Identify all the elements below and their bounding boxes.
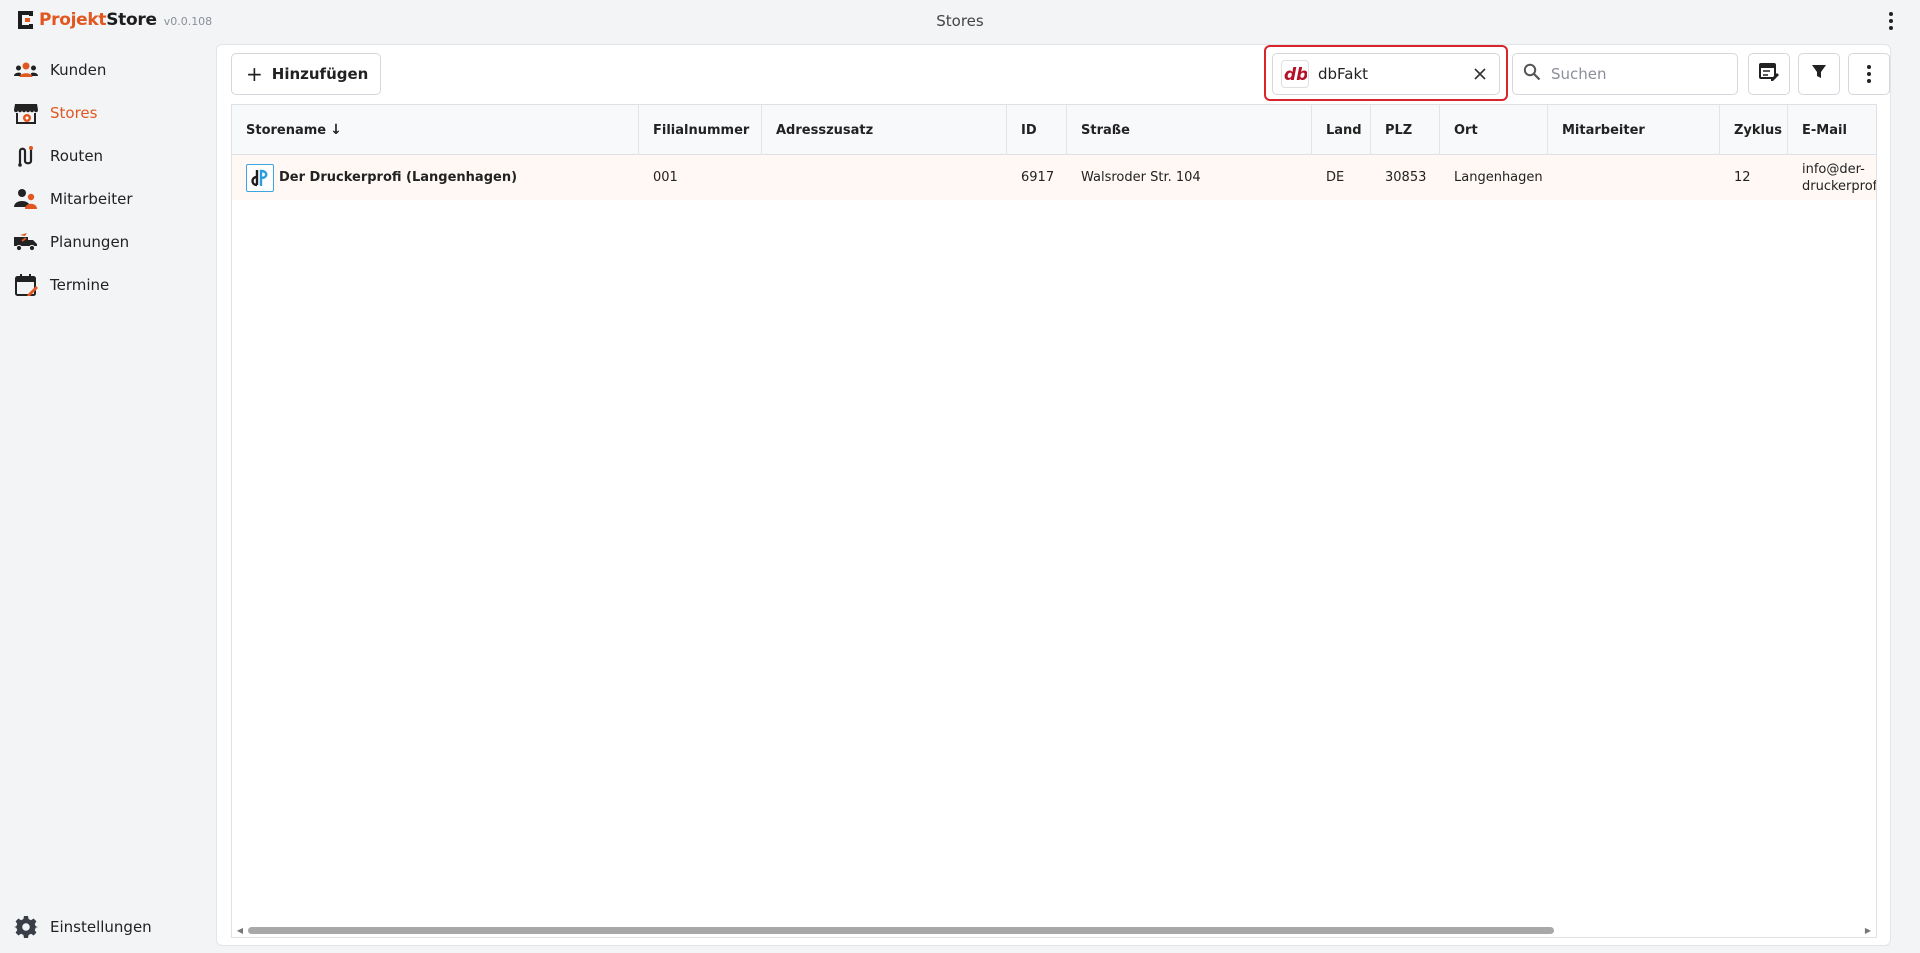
sidebar: Kunden Stores Routen Mitarbeiter Planung…: [0, 48, 210, 306]
cell-zyklus: 12: [1734, 170, 1751, 185]
column-header-strasse[interactable]: Straße: [1067, 105, 1312, 155]
projektstore-logo-icon: [16, 9, 36, 31]
sidebar-item-label: Stores: [50, 103, 98, 122]
horizontal-scrollbar[interactable]: ◀ ▶: [232, 923, 1876, 937]
cell-email: info@der-druckerprofi.de: [1802, 161, 1877, 194]
app-version: v0.0.108: [163, 14, 213, 28]
stores-table: Storename ↓ Filialnummer Adresszusatz ID…: [231, 104, 1877, 938]
column-header-zyklus[interactable]: Zyklus: [1720, 105, 1788, 155]
page-title: Stores: [936, 12, 984, 30]
column-header-id[interactable]: ID: [1007, 105, 1067, 155]
druckerprofi-logo-icon: [246, 163, 274, 192]
search-box: [1512, 53, 1738, 95]
add-button-label: Hinzufügen: [271, 65, 369, 83]
store-icon: [13, 100, 39, 126]
gear-icon: [13, 914, 39, 940]
column-settings-button[interactable]: [1748, 53, 1790, 95]
app-menu-button[interactable]: [1884, 10, 1898, 32]
svg-text:db: db: [1284, 65, 1307, 84]
filter-chip-label: dbFakt: [1318, 65, 1369, 83]
cell-adresszusatz: [762, 155, 1007, 200]
sidebar-item-label: Einstellungen: [50, 917, 152, 936]
sidebar-item-stores[interactable]: Stores: [0, 91, 210, 134]
column-header-mitarbeiter[interactable]: Mitarbeiter: [1548, 105, 1720, 155]
sidebar-item-routen[interactable]: Routen: [0, 134, 210, 177]
sort-down-icon: ↓: [330, 122, 342, 138]
scroll-left-icon[interactable]: ◀: [235, 925, 245, 935]
stores-panel: + Hinzufügen db dbFakt Suchen Storename …: [216, 44, 1891, 946]
more-vertical-icon: [1867, 65, 1871, 69]
column-header-email[interactable]: E-Mail: [1788, 105, 1876, 155]
table-row[interactable]: Der Druckerprofi (Langenhagen) 001 6917 …: [232, 155, 1877, 200]
filter-icon: [1811, 64, 1827, 84]
app-logo[interactable]: ProjektStore v0.0.108: [16, 9, 212, 31]
column-header-plz[interactable]: PLZ: [1371, 105, 1440, 155]
search-input[interactable]: [1551, 65, 1721, 83]
calendar-icon: [13, 272, 39, 298]
search-icon: [1523, 63, 1541, 85]
cell-land: DE: [1326, 170, 1345, 185]
app-name: ProjektStore: [39, 10, 157, 30]
column-header-adresszusatz[interactable]: Adresszusatz: [762, 105, 1007, 155]
add-store-button[interactable]: + Hinzufügen: [231, 53, 382, 95]
cell-mitarbeiter: [1548, 155, 1720, 200]
customer-filter-chip[interactable]: db dbFakt: [1272, 53, 1500, 95]
table-edit-icon: [1759, 63, 1779, 85]
cell-plz: 30853: [1385, 170, 1427, 185]
sidebar-footer: Einstellungen: [0, 905, 210, 948]
more-vertical-icon: [1889, 12, 1893, 16]
truck-icon: [13, 229, 39, 255]
sidebar-item-label: Termine: [50, 275, 110, 294]
scrollbar-thumb[interactable]: [248, 927, 1554, 934]
top-bar: ProjektStore v0.0.108 Stores: [0, 0, 1920, 42]
cell-strasse: Walsroder Str. 104: [1081, 170, 1201, 185]
people-icon: [13, 57, 39, 83]
column-header-filialnummer[interactable]: Filialnummer: [639, 105, 762, 155]
sidebar-item-mitarbeiter[interactable]: Mitarbeiter: [0, 177, 210, 220]
cell-ort: Langenhagen: [1454, 170, 1543, 185]
column-header-land[interactable]: Land: [1312, 105, 1371, 155]
scroll-right-icon[interactable]: ▶: [1863, 925, 1873, 935]
route-icon: [13, 143, 39, 169]
column-header-storename[interactable]: Storename ↓: [232, 105, 639, 155]
sidebar-item-planungen[interactable]: Planungen: [0, 220, 210, 263]
sidebar-item-label: Mitarbeiter: [50, 189, 133, 208]
more-options-button[interactable]: [1848, 53, 1890, 95]
sidebar-item-label: Routen: [50, 146, 104, 165]
sidebar-item-label: Kunden: [50, 60, 107, 79]
sidebar-item-einstellungen[interactable]: Einstellungen: [0, 905, 210, 948]
filter-button[interactable]: [1798, 53, 1840, 95]
column-header-ort[interactable]: Ort: [1440, 105, 1548, 155]
cell-storename: Der Druckerprofi (Langenhagen): [232, 155, 639, 200]
dbfakt-logo-icon: db: [1281, 60, 1309, 88]
sidebar-item-label: Planungen: [50, 232, 130, 251]
employees-icon: [13, 186, 39, 212]
plus-icon: +: [246, 62, 263, 86]
sidebar-item-kunden[interactable]: Kunden: [0, 48, 210, 91]
cell-id: 6917: [1021, 170, 1055, 185]
close-icon[interactable]: [1467, 61, 1493, 87]
cell-filialnummer: 001: [653, 170, 678, 185]
sidebar-item-termine[interactable]: Termine: [0, 263, 210, 306]
table-header: Storename ↓ Filialnummer Adresszusatz ID…: [232, 105, 1876, 155]
